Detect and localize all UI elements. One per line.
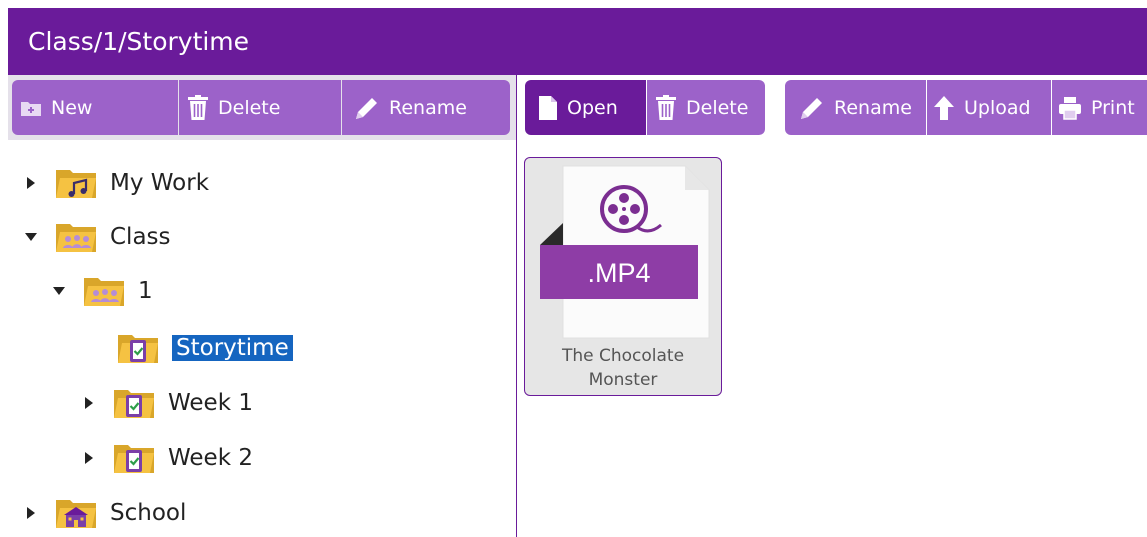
- pane-divider[interactable]: [516, 75, 517, 537]
- tree-item-label: School: [110, 500, 187, 526]
- folder-group-icon: [84, 278, 124, 306]
- pencil-icon: [799, 95, 825, 121]
- upload-label: Upload: [964, 96, 1031, 119]
- rename-folder-button[interactable]: Rename: [342, 80, 510, 135]
- pencil-icon: [354, 95, 380, 121]
- trash-icon: [187, 94, 209, 121]
- tree-item-school[interactable]: School: [22, 493, 186, 533]
- trash-icon: [655, 94, 677, 121]
- title-bar: Class/1/Storytime: [8, 8, 1147, 75]
- tree-item-label: Class: [110, 224, 171, 250]
- tree-item-label: My Work: [110, 170, 210, 196]
- folder-tree: My Work Class 1 Storytime Week 1 Week 2 …: [8, 140, 516, 537]
- caret-right-icon[interactable]: [22, 176, 40, 190]
- new-folder-label: New: [51, 96, 93, 119]
- rename-file-label: Rename: [834, 96, 912, 119]
- folder-school-icon: [56, 500, 96, 528]
- delete-file-button[interactable]: Delete: [647, 80, 765, 135]
- tree-item-class[interactable]: Class: [22, 217, 171, 257]
- mp4-file-icon: [540, 165, 710, 339]
- tree-item-label: Storytime: [171, 334, 294, 362]
- document-icon: [538, 95, 558, 121]
- tree-item-1[interactable]: 1: [50, 271, 153, 311]
- tree-item-label: 1: [138, 278, 153, 304]
- new-folder-icon: [20, 99, 42, 117]
- delete-folder-button[interactable]: Delete: [179, 80, 341, 135]
- folder-task-icon: [114, 390, 154, 418]
- folder-task-icon: [118, 335, 158, 363]
- new-folder-button[interactable]: New: [12, 80, 178, 135]
- tree-item-label: Week 2: [168, 445, 253, 471]
- delete-folder-label: Delete: [218, 96, 281, 119]
- printer-icon: [1058, 96, 1082, 120]
- folder-toolbar: New Delete Rename: [8, 75, 516, 140]
- rename-file-button[interactable]: Rename: [785, 80, 926, 135]
- folder-music-icon: [56, 170, 96, 198]
- print-button[interactable]: Print: [1052, 80, 1147, 135]
- tree-item-week-1[interactable]: Week 1: [80, 383, 253, 423]
- tree-item-week-2[interactable]: Week 2: [80, 438, 253, 478]
- tree-item-my-work[interactable]: My Work: [22, 163, 209, 203]
- caret-right-icon[interactable]: [22, 506, 40, 520]
- file-name-line: The Chocolate: [561, 346, 685, 366]
- tree-item-storytime[interactable]: Storytime: [116, 328, 294, 368]
- upload-arrow-icon: [933, 95, 955, 121]
- caret-down-icon[interactable]: [22, 232, 40, 242]
- open-file-button[interactable]: Open: [525, 80, 646, 135]
- delete-file-label: Delete: [686, 96, 749, 119]
- caret-right-icon[interactable]: [80, 451, 98, 465]
- file-tile[interactable]: .MP4 The Chocolate Monster: [524, 157, 722, 396]
- path-title: Class/1/Storytime: [28, 27, 250, 56]
- caret-down-icon[interactable]: [50, 286, 68, 296]
- file-name-line: Monster: [588, 370, 658, 390]
- file-toolbar: Open Delete Rename Upload Print: [517, 75, 1147, 140]
- rename-folder-label: Rename: [389, 96, 467, 119]
- print-label: Print: [1091, 96, 1135, 119]
- open-file-label: Open: [567, 96, 618, 119]
- folder-group-icon: [56, 224, 96, 252]
- folder-task-icon: [114, 445, 154, 473]
- file-type-badge: .MP4: [587, 258, 651, 288]
- tree-item-label: Week 1: [168, 390, 253, 416]
- upload-button[interactable]: Upload: [927, 80, 1051, 135]
- caret-right-icon[interactable]: [80, 396, 98, 410]
- file-name: The Chocolate Monster: [525, 344, 721, 392]
